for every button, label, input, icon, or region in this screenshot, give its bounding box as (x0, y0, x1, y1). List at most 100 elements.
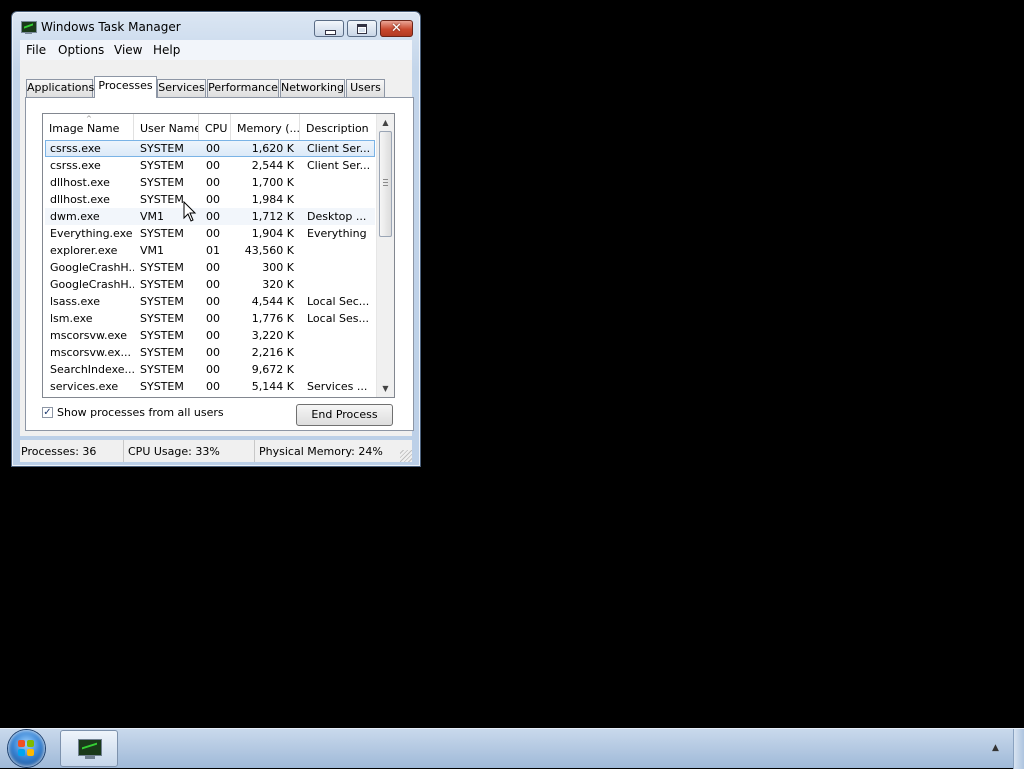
cell-cpu: 00 (206, 261, 220, 274)
cell-image-name: lsass.exe (50, 295, 100, 308)
end-process-button[interactable]: End Process (296, 404, 393, 426)
table-row[interactable]: Everything.exe SYSTEM 00 1,904 K Everything (45, 225, 375, 242)
table-row[interactable]: dllhost.exe SYSTEM 00 1,984 K (45, 191, 375, 208)
cell-user-name: SYSTEM (140, 278, 184, 291)
cell-user-name: SYSTEM (140, 295, 184, 308)
cell-memory: 3,220 K (251, 329, 294, 342)
cell-user-name: SYSTEM (140, 329, 184, 342)
scroll-down-icon[interactable]: ▼ (377, 380, 394, 397)
cell-user-name: SYSTEM (140, 176, 184, 189)
show-hidden-icons-icon[interactable]: ▲ (992, 743, 999, 753)
show-desktop-button[interactable] (1013, 729, 1024, 769)
cell-description: Client Ser... (307, 159, 371, 172)
mouse-cursor-icon (183, 201, 197, 222)
tab-services[interactable]: Services (157, 79, 206, 97)
taskbar-task-manager-button[interactable] (60, 730, 118, 767)
minimize-button[interactable] (314, 20, 344, 37)
cell-memory: 5,144 K (251, 380, 294, 393)
cell-cpu: 00 (206, 363, 220, 376)
cell-user-name: SYSTEM (140, 261, 184, 274)
cell-image-name: SearchIndexe... (50, 363, 134, 376)
table-row[interactable]: csrss.exe SYSTEM 00 2,544 K Client Ser... (45, 157, 375, 174)
column-label: User Name (140, 122, 199, 135)
table-row[interactable]: explorer.exe VM1 01 43,560 K (45, 242, 375, 259)
table-row[interactable]: GoogleCrashH... SYSTEM 00 320 K (45, 276, 375, 293)
column-label: Description (306, 122, 369, 135)
cell-image-name: services.exe (50, 380, 119, 393)
cell-memory: 43,560 K (244, 244, 294, 257)
cell-cpu: 00 (206, 346, 220, 359)
table-row[interactable]: csrss.exe SYSTEM 00 1,620 K Client Ser... (45, 140, 375, 157)
cell-cpu: 00 (206, 329, 220, 342)
client-area: Applications Processes Services Performa… (20, 60, 414, 436)
table-row[interactable]: lsass.exe SYSTEM 00 4,544 K Local Sec... (45, 293, 375, 310)
cell-description: Local Ses... (307, 312, 369, 325)
cell-memory: 1,776 K (251, 312, 294, 325)
menu-help[interactable]: Help (153, 43, 180, 57)
table-row[interactable]: SearchIndexe... SYSTEM 00 9,672 K (45, 361, 375, 378)
resize-grip[interactable] (400, 450, 412, 462)
processes-panel: ^ Image Name User Name CPU Memory (... D… (25, 97, 414, 431)
scroll-thumb[interactable] (379, 131, 392, 237)
tab-users[interactable]: Users (346, 79, 385, 97)
table-row[interactable]: mscorsvw.ex... SYSTEM 00 2,216 K (45, 344, 375, 361)
cell-image-name: dwm.exe (50, 210, 100, 223)
table-row[interactable]: services.exe SYSTEM 00 5,144 K Services ... (45, 378, 375, 395)
cell-image-name: explorer.exe (50, 244, 118, 257)
column-memory[interactable]: Memory (... (231, 114, 300, 140)
cell-memory: 2,216 K (251, 346, 294, 359)
status-cpu-usage: CPU Usage: 33% (127, 440, 255, 462)
table-row[interactable]: lsm.exe SYSTEM 00 1,776 K Local Ses... (45, 310, 375, 327)
cell-memory: 320 K (262, 278, 294, 291)
menu-file[interactable]: File (26, 43, 46, 57)
cell-cpu: 00 (206, 278, 220, 291)
tab-processes[interactable]: Processes (94, 76, 157, 98)
title-bar[interactable]: Windows Task Manager ✕ (12, 12, 420, 42)
cell-user-name: SYSTEM (140, 363, 184, 376)
column-label: Memory (... (237, 122, 300, 135)
column-description[interactable]: Description (300, 114, 376, 140)
list-header: ^ Image Name User Name CPU Memory (... D… (43, 114, 376, 140)
scroll-up-icon[interactable]: ▲ (377, 114, 394, 131)
menu-view[interactable]: View (114, 43, 142, 57)
cell-image-name: Everything.exe (50, 227, 133, 240)
maximize-button[interactable] (347, 20, 377, 37)
table-row[interactable]: GoogleCrashH... SYSTEM 00 300 K (45, 259, 375, 276)
tab-applications[interactable]: Applications (26, 79, 94, 97)
cell-image-name: csrss.exe (50, 142, 101, 155)
table-row[interactable]: dllhost.exe SYSTEM 00 1,700 K (45, 174, 375, 191)
task-manager-icon (78, 739, 102, 759)
cell-memory: 1,712 K (251, 210, 294, 223)
column-cpu[interactable]: CPU (199, 114, 231, 140)
cell-image-name: dllhost.exe (50, 176, 110, 189)
cell-image-name: lsm.exe (50, 312, 93, 325)
cell-memory: 1,904 K (251, 227, 294, 240)
cell-user-name: SYSTEM (140, 159, 184, 172)
process-list[interactable]: ^ Image Name User Name CPU Memory (... D… (42, 113, 395, 398)
show-all-users-checkbox[interactable]: ✓ (42, 407, 53, 418)
cell-cpu: 00 (206, 176, 220, 189)
cell-user-name: SYSTEM (140, 380, 184, 393)
table-row[interactable]: mscorsvw.exe SYSTEM 00 3,220 K (45, 327, 375, 344)
taskbar: ▲ (0, 728, 1024, 769)
start-button[interactable] (8, 730, 45, 767)
column-image-name[interactable]: ^ Image Name (43, 114, 134, 140)
table-row[interactable]: dwm.exe VM1 00 1,712 K Desktop ... (45, 208, 375, 225)
cell-cpu: 00 (206, 312, 220, 325)
tab-networking[interactable]: Networking (280, 79, 345, 97)
show-all-users-label[interactable]: Show processes from all users (57, 406, 224, 419)
menu-options[interactable]: Options (58, 43, 104, 57)
minimize-icon (325, 30, 336, 35)
status-physical-memory: Physical Memory: 24% (259, 445, 383, 458)
cell-cpu: 00 (206, 380, 220, 393)
tab-performance[interactable]: Performance (207, 79, 279, 97)
vertical-scrollbar[interactable]: ▲ ▼ (376, 114, 394, 397)
cell-memory: 9,672 K (251, 363, 294, 376)
cell-memory: 4,544 K (251, 295, 294, 308)
grip-line (383, 182, 388, 183)
cell-description: Desktop ... (307, 210, 367, 223)
close-button[interactable]: ✕ (380, 20, 413, 37)
column-user-name[interactable]: User Name (134, 114, 199, 140)
task-manager-icon (21, 21, 37, 34)
cell-image-name: csrss.exe (50, 159, 101, 172)
